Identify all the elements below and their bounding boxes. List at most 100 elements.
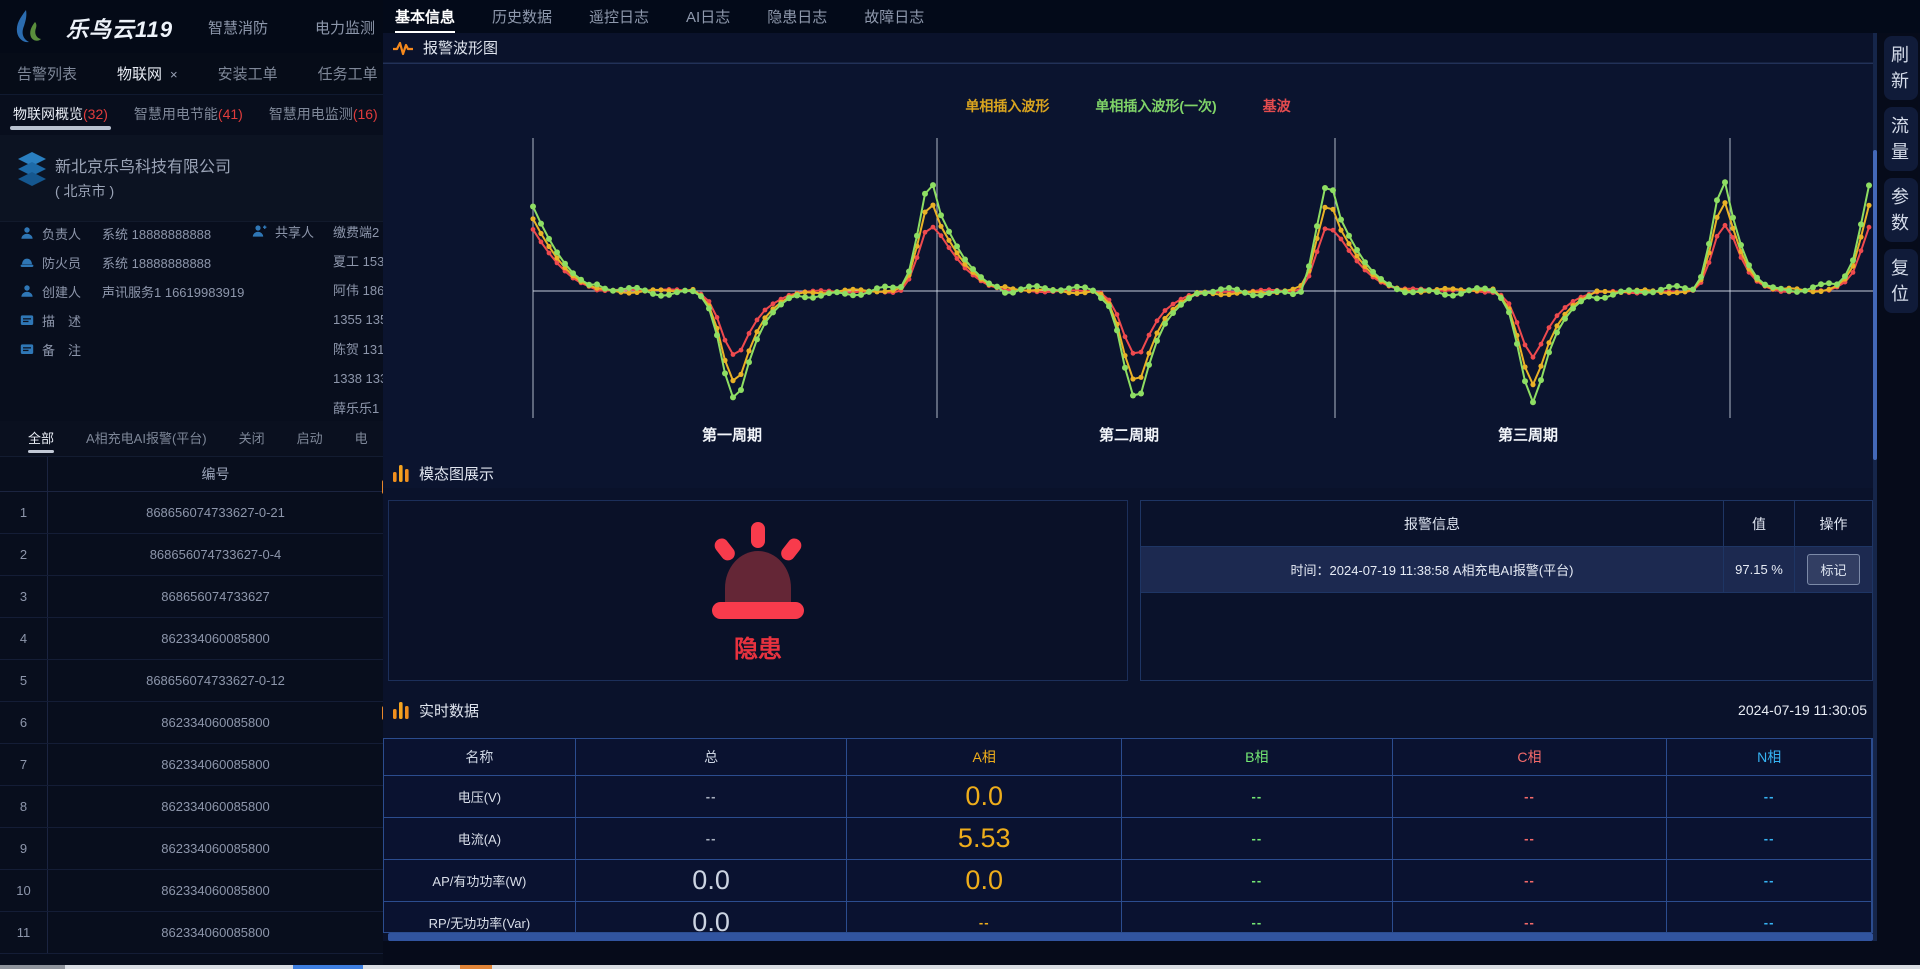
table-row[interactable]: 10862334060085800 [0, 870, 383, 912]
share-value: 陈贺 1316 [333, 340, 383, 358]
table-row[interactable]: 5868656074733627-0-12 [0, 660, 383, 702]
row-index: 5 [0, 660, 48, 701]
sidebar-subtabs: 物联网概览(32) 智慧用电节能(41) 智慧用电监测(16) [0, 95, 383, 135]
rt-row-name: RP/无功功率(Var) [384, 902, 576, 933]
device-table: 编号 1868656074733627-0-212868656074733627… [0, 457, 383, 965]
tab-遥控日志[interactable]: 遥控日志 [589, 0, 649, 33]
horizontal-scrollbar-thumb[interactable] [388, 933, 1873, 941]
nav-power-monitor[interactable]: 电力监测 [315, 17, 375, 38]
alarm-info-table: 报警信息 值 操作 时间：2024-07-19 11:38:58 A相充电AI报… [1140, 500, 1873, 681]
table-row[interactable]: 4862334060085800 [0, 618, 383, 660]
alarm-row-info: 时间：2024-07-19 11:38:58 A相充电AI报警(平台) [1141, 547, 1724, 592]
filter-tab-A相充电AI报警(平台)[interactable]: A相充电AI报警(平台) [86, 420, 207, 458]
row-device-id: 868656074733627 [48, 576, 383, 617]
table-row[interactable]: 9862334060085800 [0, 828, 383, 870]
rail-button-参数[interactable]: 参数 [1884, 178, 1918, 242]
waveform-chart-panel: 单相插入波形单相插入波形(一次)基波 第一周期第二周期第三周期 [383, 63, 1873, 488]
vertical-scrollbar-thumb[interactable] [1873, 150, 1877, 460]
pulse-icon [393, 40, 413, 56]
sidebar-tab-告警列表[interactable]: 告警列表 [17, 63, 77, 84]
sidebar-tabs: 告警列表 物联网× 安装工单 任务工单 [0, 53, 383, 95]
waveform-chart [388, 126, 1873, 456]
alarm-col-action: 操作 [1795, 501, 1872, 546]
row-index: 11 [0, 912, 48, 953]
table-row[interactable]: 3868656074733627 [0, 576, 383, 618]
tab-历史数据[interactable]: 历史数据 [492, 0, 552, 33]
rt-col-B相: B相 [1122, 739, 1393, 775]
hazard-panel: 隐患 [388, 500, 1128, 681]
main-tabbar: 基本信息 历史数据 遥控日志 AI日志 隐患日志 故障日志 [383, 0, 1920, 33]
device-table-body: 1868656074733627-0-212868656074733627-0-… [0, 492, 383, 954]
filter-tab-电[interactable]: 电 [355, 420, 368, 458]
rt-value: -- [1667, 818, 1872, 859]
bar-chart-icon [393, 465, 409, 482]
close-icon[interactable]: × [170, 67, 178, 82]
row-device-id: 862334060085800 [48, 828, 383, 869]
rt-value: -- [1393, 776, 1668, 817]
rt-value: 0.0 [576, 860, 848, 901]
table-row[interactable]: 6862334060085800 [0, 702, 383, 744]
rt-value: 0.0 [847, 860, 1122, 901]
rt-col-总: 总 [576, 739, 848, 775]
modal-section-header: 模态图展示 [383, 458, 1873, 488]
person-icon [20, 226, 34, 240]
rt-col-A相: A相 [847, 739, 1122, 775]
info-row-描述: 描 述 [20, 311, 102, 329]
alarm-count-badge: (41) [218, 106, 243, 122]
rt-col-C相: C相 [1393, 739, 1668, 775]
rt-value: -- [1667, 860, 1872, 901]
subtab-物联网概览[interactable]: 物联网概览(32) [13, 96, 108, 134]
sidebar-tab-任务工单[interactable]: 任务工单 [318, 63, 378, 84]
rt-value: -- [576, 818, 848, 859]
tab-故障日志[interactable]: 故障日志 [864, 0, 924, 33]
mark-button[interactable]: 标记 [1807, 554, 1859, 585]
tab-AI日志[interactable]: AI日志 [686, 0, 730, 33]
info-row-创建人: 创建人声讯服务1 16619983919 [20, 282, 244, 300]
rt-value: -- [847, 902, 1122, 933]
filter-tab-关闭[interactable]: 关闭 [239, 420, 265, 458]
alarm-row-value: 97.15 % [1724, 547, 1795, 592]
rail-button-流量[interactable]: 流量 [1884, 107, 1918, 171]
rt-value: -- [576, 776, 848, 817]
legend-单相插入波形(一次)[interactable]: 单相插入波形(一次) [1095, 96, 1216, 116]
row-device-id: 862334060085800 [48, 870, 383, 911]
bottom-scrollbar-thumb[interactable] [293, 965, 363, 969]
helmet-icon [20, 255, 34, 269]
realtime-table: 名称总A相B相C相N相 电压(V)--0.0------电流(A)--5.53-… [383, 738, 1873, 933]
legend-基波[interactable]: 基波 [1263, 96, 1291, 116]
share-value: 1355 135 [333, 310, 383, 328]
row-device-id: 862334060085800 [48, 786, 383, 827]
sidebar-tab-安装工单[interactable]: 安装工单 [218, 63, 278, 84]
column-header-id: 编号 [48, 457, 383, 491]
sidebar-tab-物联网[interactable]: 物联网× [117, 63, 178, 84]
bottom-scrollbar[interactable] [0, 965, 1920, 969]
subtab-智慧用电监测[interactable]: 智慧用电监测(16) [269, 96, 378, 134]
legend-单相插入波形[interactable]: 单相插入波形 [965, 96, 1049, 116]
table-row[interactable]: 8862334060085800 [0, 786, 383, 828]
share-label: 共享人 [275, 222, 314, 241]
realtime-timestamp: 2024-07-19 11:30:05 [1738, 702, 1867, 718]
realtime-table-body: 电压(V)--0.0------电流(A)--5.53------AP/有功功率… [384, 776, 1872, 933]
nav-smart-fire[interactable]: 智慧消防 [208, 17, 268, 38]
subtab-智慧用电节能[interactable]: 智慧用电节能(41) [134, 96, 243, 134]
share-value: 缴费端2 1 [333, 222, 383, 240]
table-row[interactable]: 11862334060085800 [0, 912, 383, 954]
rt-value: -- [1393, 902, 1668, 933]
alarm-count-badge: (32) [83, 106, 108, 122]
rt-value: -- [1393, 818, 1668, 859]
rt-value: -- [1667, 902, 1872, 933]
table-row[interactable]: 1868656074733627-0-21 [0, 492, 383, 534]
table-row[interactable]: 2868656074733627-0-4 [0, 534, 383, 576]
rail-button-刷新[interactable]: 刷新 [1884, 36, 1918, 100]
rail-button-复位[interactable]: 复位 [1884, 249, 1918, 313]
filter-tab-全部[interactable]: 全部 [28, 420, 54, 458]
rt-value: -- [1393, 860, 1668, 901]
filter-tab-启动[interactable]: 启动 [297, 420, 323, 458]
cycle-label: 第三周期 [1498, 424, 1558, 445]
info-row-备注: 备 注 [20, 340, 102, 358]
tab-基本信息[interactable]: 基本信息 [395, 0, 455, 33]
table-row[interactable]: 7862334060085800 [0, 744, 383, 786]
tab-隐患日志[interactable]: 隐患日志 [767, 0, 827, 33]
sidebar: 告警列表 物联网× 安装工单 任务工单 物联网概览(32) 智慧用电节能(41) 智慧用电… [0, 53, 383, 965]
row-index: 8 [0, 786, 48, 827]
